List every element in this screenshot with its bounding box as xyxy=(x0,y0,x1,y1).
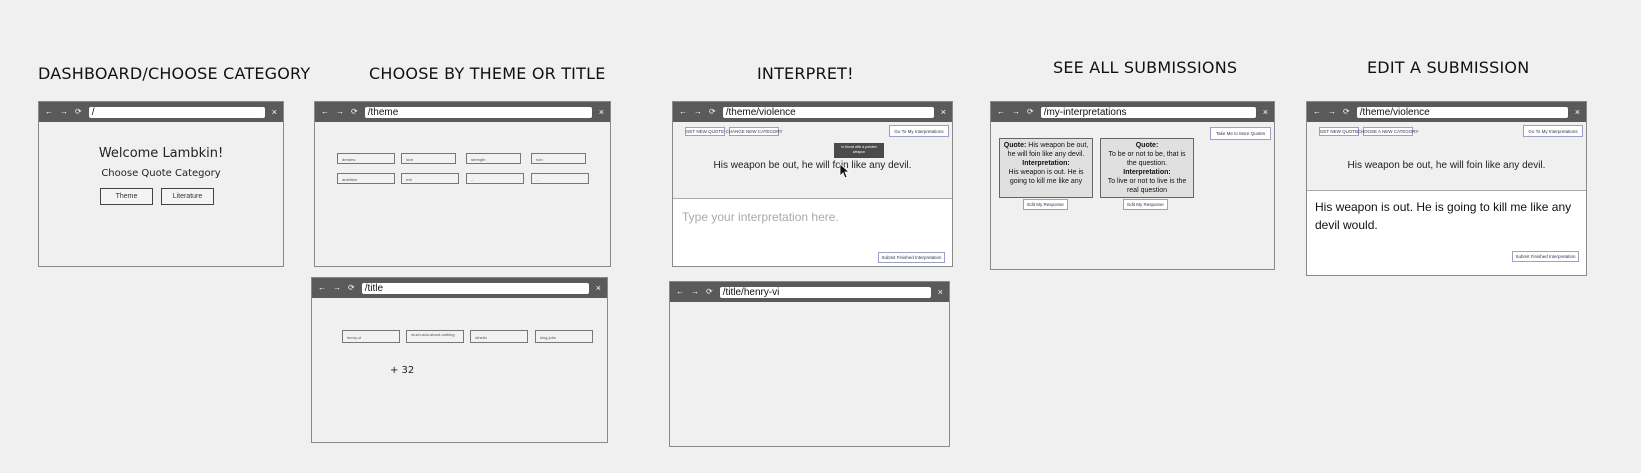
close-icon[interactable]: × xyxy=(1263,107,1268,117)
title-chip[interactable]: henry-vi xyxy=(342,330,400,343)
column-title-dashboard: DASHBOARD/CHOOSE CATEGORY xyxy=(38,64,311,83)
forward-icon[interactable]: → xyxy=(336,108,344,116)
title-chip[interactable]: othello xyxy=(470,330,528,343)
interpret-title-frame: ← → ⟳ /title/henry-vi × xyxy=(669,281,950,447)
submit-interpretation-button[interactable]: Submit Finished Interpretation xyxy=(878,252,945,263)
theme-chip[interactable]: strength xyxy=(466,153,521,164)
get-new-quote-button[interactable]: GET NEW QUOTE xyxy=(685,127,725,136)
reload-icon[interactable]: ⟳ xyxy=(348,284,355,292)
back-icon[interactable]: ← xyxy=(679,108,687,116)
get-new-quote-button[interactable]: GET NEW QUOTE xyxy=(1319,127,1359,136)
back-icon[interactable]: ← xyxy=(676,288,684,296)
forward-icon[interactable]: → xyxy=(333,284,341,292)
theme-chip[interactable]: ... xyxy=(466,173,524,184)
close-icon[interactable]: × xyxy=(941,107,946,117)
submission-card: Quote: His weapon be out, he will foin l… xyxy=(999,138,1093,198)
interpretation-input[interactable]: His weapon is out. He is going to kill m… xyxy=(1315,198,1573,234)
interpretation-area[interactable]: His weapon is out. He is going to kill m… xyxy=(1307,190,1586,275)
reload-icon[interactable]: ⟳ xyxy=(75,108,82,116)
reload-icon[interactable]: ⟳ xyxy=(709,108,716,116)
browser-bar: ← → ⟳ /theme/violence × xyxy=(673,102,952,122)
cursor-icon xyxy=(839,163,851,179)
close-icon[interactable]: × xyxy=(599,107,604,117)
url-bar[interactable]: /theme/violence xyxy=(722,106,934,118)
back-icon[interactable]: ← xyxy=(1313,108,1321,116)
browser-bar: ← → ⟳ / × xyxy=(39,102,283,122)
forward-icon[interactable]: → xyxy=(694,108,702,116)
interpretation-label: Interpretation: xyxy=(1123,169,1171,176)
more-titles-count: + 32 xyxy=(390,365,415,376)
close-icon[interactable]: × xyxy=(272,107,277,117)
quote-label: Quote: xyxy=(1003,142,1027,149)
edit-response-button[interactable]: Edit My Response xyxy=(1123,199,1168,210)
welcome-heading: Welcome Lambkin! xyxy=(98,146,224,161)
close-icon[interactable]: × xyxy=(596,283,601,293)
interpretation-area[interactable]: Type your interpretation here. Submit Fi… xyxy=(673,198,952,266)
forward-icon[interactable]: → xyxy=(691,288,699,296)
dashboard-frame: ← → ⟳ / × Welcome Lambkin! Choose Quote … xyxy=(38,101,284,267)
browser-bar: ← → ⟳ /theme/violence × xyxy=(1307,102,1586,122)
column-title-interpret: INTERPRET! xyxy=(757,64,854,83)
theme-chip[interactable]: love xyxy=(401,153,456,164)
interpretation-input[interactable]: Type your interpretation here. xyxy=(682,210,839,224)
theme-frame: ← → ⟳ /theme × dreams love strength ruin… xyxy=(314,101,611,267)
back-icon[interactable]: ← xyxy=(997,108,1005,116)
reload-icon[interactable]: ⟳ xyxy=(706,288,713,296)
close-icon[interactable]: × xyxy=(1575,107,1580,117)
edit-frame: ← → ⟳ /theme/violence × GET NEW QUOTE CH… xyxy=(1306,101,1587,276)
url-bar[interactable]: /my-interpretations xyxy=(1040,106,1256,118)
reload-icon[interactable]: ⟳ xyxy=(1343,108,1350,116)
quote-text: His weapon be out, he will foin like any… xyxy=(713,160,912,171)
reload-icon[interactable]: ⟳ xyxy=(351,108,358,116)
theme-chip[interactable]: dreams xyxy=(337,153,395,164)
reload-icon[interactable]: ⟳ xyxy=(1027,108,1034,116)
card-interpretation: To live or not to live is the real quest… xyxy=(1107,178,1187,194)
submissions-frame: ← → ⟳ /my-interpretations × Take Me to M… xyxy=(990,101,1275,270)
more-quotes-button[interactable]: Take Me to More Quotes xyxy=(1210,127,1271,140)
card-interpretation: His weapon is out. He is going to kill m… xyxy=(1008,169,1084,185)
column-title-submissions: SEE ALL SUBMISSIONS xyxy=(1053,58,1238,77)
column-title-theme-or-title: CHOOSE BY THEME OR TITLE xyxy=(369,64,606,83)
theme-chip[interactable]: evil xyxy=(401,173,459,184)
close-icon[interactable]: × xyxy=(938,287,943,297)
theme-chip[interactable]: ... xyxy=(531,173,589,184)
theme-chip[interactable]: ambition xyxy=(337,173,395,184)
url-bar[interactable]: /title xyxy=(361,282,589,294)
interpretation-label: Interpretation: xyxy=(1022,160,1070,167)
choose-category-button[interactable]: CHOOSE A NEW CATEGORY xyxy=(1357,127,1419,136)
forward-icon[interactable]: → xyxy=(1328,108,1336,116)
title-chip[interactable]: much-ado-about-nothing xyxy=(406,330,464,343)
back-icon[interactable]: ← xyxy=(321,108,329,116)
submit-interpretation-button[interactable]: Submit Finished Interpretation xyxy=(1512,251,1579,262)
go-to-interpretations-button[interactable]: Go To My Interpretations xyxy=(889,125,949,137)
go-to-interpretations-button[interactable]: Go To My Interpretations xyxy=(1523,125,1583,137)
browser-bar: ← → ⟳ /title × xyxy=(312,278,607,298)
change-category-button[interactable]: CHANGE NEW CATEGORY xyxy=(725,127,783,136)
theme-chip[interactable]: ruin xyxy=(531,153,586,164)
url-bar[interactable]: /theme/violence xyxy=(1356,106,1568,118)
forward-icon[interactable]: → xyxy=(1012,108,1020,116)
forward-icon[interactable]: → xyxy=(60,108,68,116)
quote-label: Quote: xyxy=(1135,142,1159,149)
column-title-edit: EDIT A SUBMISSION xyxy=(1367,58,1530,77)
choose-category-text: Choose Quote Category xyxy=(101,168,221,179)
browser-bar: ← → ⟳ /my-interpretations × xyxy=(991,102,1274,122)
submission-card: Quote: To be or not to be, that is the q… xyxy=(1100,138,1194,198)
back-icon[interactable]: ← xyxy=(318,284,326,292)
title-frame: ← → ⟳ /title × henry-vi much-ado-about-n… xyxy=(311,277,608,443)
edit-response-button[interactable]: Edit My Response xyxy=(1023,199,1068,210)
browser-bar: ← → ⟳ /title/henry-vi × xyxy=(670,282,949,302)
url-bar[interactable]: /theme xyxy=(364,106,592,118)
interpret-theme-frame: ← → ⟳ /theme/violence × GET NEW QUOTE CH… xyxy=(672,101,953,267)
title-chip[interactable]: king-john xyxy=(535,330,593,343)
word-definition-tooltip: to thrust with a pointed weapon xyxy=(834,143,884,158)
literature-button[interactable]: Literature xyxy=(161,188,214,205)
url-bar[interactable]: / xyxy=(88,106,265,118)
quote-text: His weapon be out, he will foin like any… xyxy=(1347,160,1546,171)
theme-button[interactable]: Theme xyxy=(100,188,153,205)
browser-bar: ← → ⟳ /theme × xyxy=(315,102,610,122)
url-bar[interactable]: /title/henry-vi xyxy=(719,286,931,298)
card-quote: To be or not to be, that is the question… xyxy=(1108,151,1186,167)
back-icon[interactable]: ← xyxy=(45,108,53,116)
